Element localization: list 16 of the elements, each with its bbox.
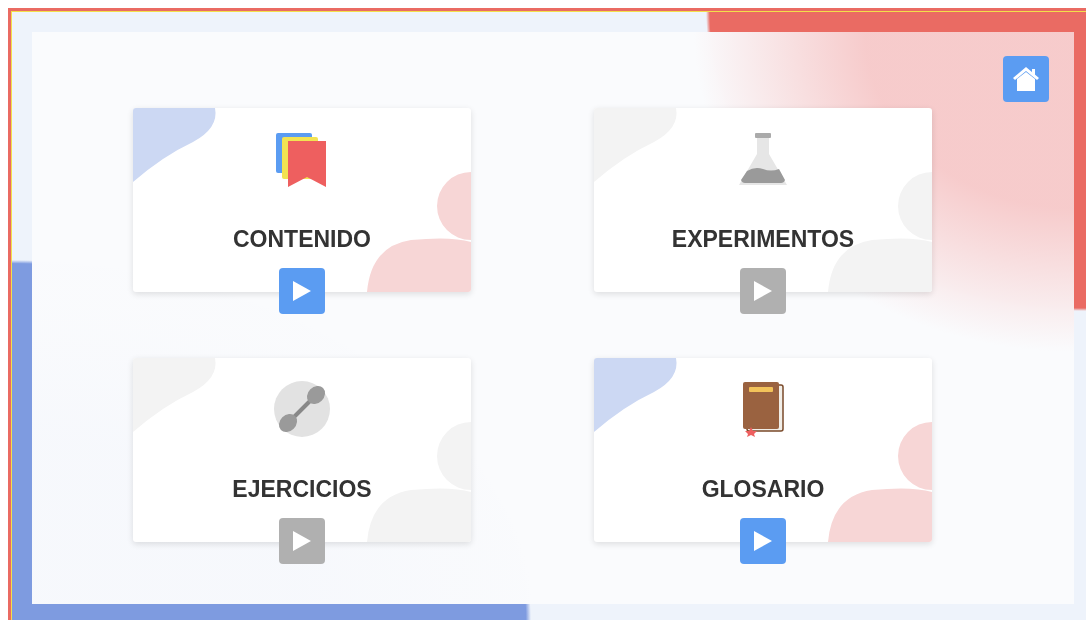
home-button[interactable]	[1003, 56, 1049, 102]
play-button[interactable]	[279, 268, 325, 314]
home-icon	[1012, 66, 1040, 92]
book-icon	[741, 380, 785, 438]
dumbbell-icon	[273, 380, 331, 438]
play-icon	[292, 530, 312, 552]
card-title: EJERCICIOS	[232, 476, 372, 503]
play-icon	[753, 280, 773, 302]
card-title: EXPERIMENTOS	[671, 226, 855, 253]
play-button[interactable]	[740, 518, 786, 564]
play-icon	[292, 280, 312, 302]
card-title: GLOSARIO	[701, 476, 825, 503]
card-title: CONTENIDO	[233, 226, 371, 253]
menu-card[interactable]: CONTENIDO	[133, 108, 471, 292]
menu-card[interactable]: GLOSARIO	[594, 358, 932, 542]
play-icon	[753, 530, 773, 552]
